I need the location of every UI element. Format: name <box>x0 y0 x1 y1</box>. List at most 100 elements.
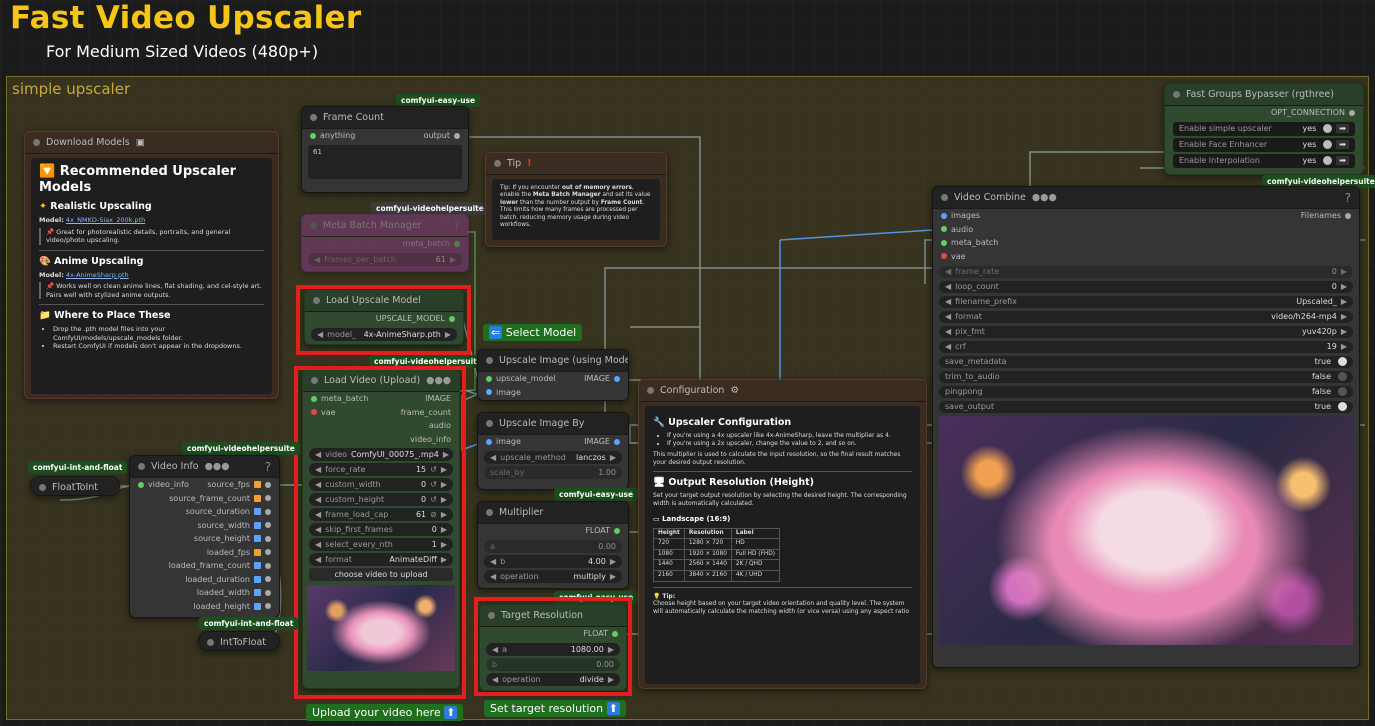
node-target-resolution[interactable]: Target Resolution FLOAT ◀ a 1080.00 ▶ b 0.00… <box>479 604 627 691</box>
input-dot[interactable] <box>311 409 317 416</box>
widget-scale-by[interactable]: scale_by 1.00 <box>484 465 622 479</box>
toggle-save-metadata[interactable]: save_metadata true <box>939 355 1353 368</box>
output-socket[interactable] <box>254 521 261 529</box>
bypass-toggle-row[interactable]: Enable simple upscaler yes ➡ <box>1173 121 1355 136</box>
node-tip[interactable]: Tip! Tip: If you encounter out of memory… <box>485 152 667 247</box>
help-icon[interactable]: ? <box>265 460 271 474</box>
widget-custom-height[interactable]: ◀ custom_height 0 ↺ ▶ <box>309 493 453 506</box>
node-download-models[interactable]: Download Models ▣ 🔽 Recommended Upscaler … <box>24 131 279 399</box>
widget-select-every-nth[interactable]: ◀ select_every_nth 1 ▶ <box>309 538 453 551</box>
toggle-knob-icon[interactable] <box>1323 140 1333 149</box>
node-video-combine[interactable]: Video Combine ●●●? images Filenames audio … <box>932 186 1360 668</box>
output-dot[interactable] <box>265 508 271 515</box>
output-dot[interactable] <box>454 132 460 139</box>
node-float-to-int[interactable]: FloatToInt <box>30 476 120 496</box>
arrow-right-icon[interactable]: ➡ <box>1336 156 1349 165</box>
output-dot[interactable] <box>265 535 271 542</box>
output-dot[interactable] <box>265 495 271 502</box>
output-dot[interactable] <box>265 549 271 556</box>
node-load-upscale-model[interactable]: Load Upscale Model UPSCALE_MODEL ◀ model_… <box>304 289 464 345</box>
widget-operation[interactable]: ◀ operation multiply ▶ <box>484 569 622 583</box>
output-dot[interactable] <box>265 603 271 610</box>
toggle-pingpong[interactable]: pingpong false <box>939 385 1353 398</box>
widget-upscale-method[interactable]: ◀ upscale_method lanczos ▶ <box>484 450 622 464</box>
widget-a[interactable]: a 0.00 <box>484 539 622 553</box>
output-dot[interactable] <box>265 576 271 583</box>
widget-a[interactable]: ◀ a 1080.00 ▶ <box>486 642 620 656</box>
widget-force-rate[interactable]: ◀ force_rate 15 ↺ ▶ <box>309 463 453 476</box>
input-dot[interactable] <box>941 239 947 246</box>
toggle-knob-icon[interactable] <box>1323 156 1333 165</box>
node-fast-groups-bypasser[interactable]: Fast Groups Bypasser (rgthree) OPT_CONNE… <box>1164 83 1364 175</box>
input-dot[interactable] <box>486 389 492 396</box>
output-dot[interactable] <box>265 481 271 488</box>
output-socket[interactable] <box>254 508 261 516</box>
output-dot[interactable] <box>1349 109 1355 116</box>
widget-format[interactable]: ◀ format video/h264-mp4 ▶ <box>939 310 1353 323</box>
widget-b[interactable]: b 0.00 <box>486 657 620 671</box>
help-icon[interactable]: ? <box>454 219 460 233</box>
input-dot[interactable] <box>941 226 947 233</box>
widget-frame-load-cap[interactable]: ◀ frame_load_cap 61 ⊘ ▶ <box>309 508 453 521</box>
widget-frames-per-batch[interactable]: ◀ frames_per_batch 61 ▶ <box>308 252 462 266</box>
reset-icon[interactable]: ↺ <box>430 480 437 489</box>
widget-model-select[interactable]: ◀ model_ 4x-AnimeSharp.pth ▶ <box>311 327 457 341</box>
output-dot[interactable] <box>449 315 455 322</box>
output-socket[interactable] <box>254 602 261 610</box>
input-dot[interactable] <box>486 375 492 382</box>
output-dot[interactable] <box>1345 212 1351 219</box>
arrow-right-icon[interactable]: ➡ <box>1336 124 1349 133</box>
output-socket[interactable] <box>254 575 261 583</box>
widget-b[interactable]: ◀ b 4.00 ▶ <box>484 554 622 568</box>
widget-custom-width[interactable]: ◀ custom_width 0 ↺ ▶ <box>309 478 453 491</box>
widget-crf[interactable]: ◀ crf 19 ▶ <box>939 340 1353 353</box>
widget-skip-first-frames[interactable]: ◀ skip_first_frames 0 ▶ <box>309 523 453 536</box>
toggle-knob-icon[interactable] <box>1323 124 1333 133</box>
arrow-right-icon[interactable]: ➡ <box>1336 140 1349 149</box>
output-dot[interactable] <box>265 589 271 596</box>
node-configuration[interactable]: Configuration ⚙ 🔧 Upscaler Configuration … <box>638 379 927 689</box>
toggle-save-output[interactable]: save_output true <box>939 400 1353 413</box>
widget-filename-prefix[interactable]: ◀ filename_prefix Upscaled_ ▶ <box>939 295 1353 308</box>
output-dot[interactable] <box>265 522 271 529</box>
input-dot[interactable] <box>941 212 947 219</box>
node-upscale-image-model[interactable]: Upscale Image (using Model) upscale_mode… <box>477 349 629 401</box>
input-dot[interactable] <box>311 395 317 402</box>
model-link-animesharp[interactable]: 4x-AnimeSharp.pth <box>66 271 129 279</box>
widget-frame-rate[interactable]: ◀ frame_rate 0 ▶ <box>939 265 1353 278</box>
widget-format[interactable]: ◀ format AnimateDiff ▶ <box>309 553 453 566</box>
input-dot[interactable] <box>310 132 316 139</box>
node-multiplier[interactable]: Multiplier FLOAT a 0.00 ◀ b 4.00 ▶ ◀ operatio… <box>477 501 629 589</box>
widget-pix-fmt[interactable]: ◀ pix_fmt yuv420p ▶ <box>939 325 1353 338</box>
bypass-toggle-row[interactable]: Enable Face Enhancer yes ➡ <box>1173 137 1355 152</box>
output-socket[interactable] <box>254 535 261 543</box>
output-dot[interactable] <box>614 375 620 382</box>
node-int-to-float[interactable]: IntToFloat <box>198 631 280 651</box>
node-upscale-image-by[interactable]: Upscale Image By image IMAGE ◀ upscale_met… <box>477 412 629 490</box>
help-icon[interactable]: ? <box>1345 191 1351 205</box>
output-socket[interactable] <box>254 548 261 556</box>
output-dot[interactable] <box>454 240 460 247</box>
widget-loop-count[interactable]: ◀ loop_count 0 ▶ <box>939 280 1353 293</box>
widget-operation[interactable]: ◀ operation divide ▶ <box>486 672 620 686</box>
input-dot[interactable] <box>138 481 144 488</box>
model-link-siax[interactable]: 4x_NMKD-Siax_200k.pth <box>66 216 145 224</box>
input-dot[interactable] <box>941 253 947 260</box>
choose-video-button[interactable]: choose video to upload <box>309 568 453 581</box>
widget-video[interactable]: ◀ video ComfyUI_00075_.mp4 ▶ <box>309 448 453 461</box>
node-video-info[interactable]: Video Info ●●●? video_info source_fps sourc… <box>129 455 280 618</box>
reset-icon[interactable]: ↺ <box>430 465 437 474</box>
reset-icon[interactable]: ↺ <box>430 495 437 504</box>
bypass-toggle-row[interactable]: Enable Interpolation yes ➡ <box>1173 153 1355 168</box>
output-socket[interactable] <box>254 589 261 597</box>
node-frame-count[interactable]: Frame Count anything output 61 <box>301 106 469 193</box>
output-socket[interactable] <box>254 494 261 502</box>
output-dot[interactable] <box>612 630 618 637</box>
input-dot[interactable] <box>486 438 492 445</box>
output-dot[interactable] <box>614 527 620 534</box>
node-meta-batch-manager[interactable]: Meta Batch Manager? meta_batch ◀ frames_p… <box>301 214 469 272</box>
output-socket[interactable] <box>254 481 261 489</box>
output-dot[interactable] <box>265 562 271 569</box>
node-load-video[interactable]: Load Video (Upload) ●●● meta_batch IMAGE v… <box>302 369 460 689</box>
output-dot[interactable] <box>614 438 620 445</box>
